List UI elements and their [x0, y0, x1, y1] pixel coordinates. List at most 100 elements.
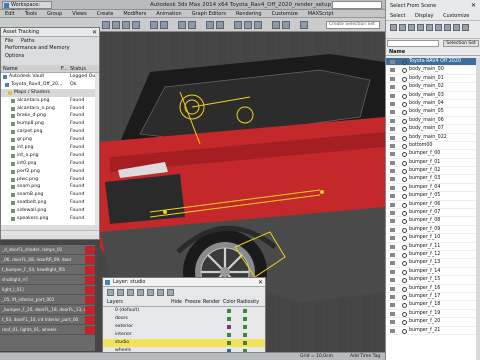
menu-item[interactable]: Tools	[20, 10, 42, 17]
camera-filter-icon[interactable]	[417, 24, 424, 31]
table-row[interactable]: bump8.png Found	[1, 120, 99, 128]
asset-tracking-title-bar[interactable]: Asset Tracking ✕	[1, 28, 99, 37]
list-item[interactable]: bottom00	[386, 142, 480, 151]
select-from-scene-title-bar[interactable]: Select From Scene ✕	[386, 0, 480, 12]
table-row[interactable]: Maps / Shaders	[1, 88, 99, 97]
menu-item[interactable]: Group	[42, 10, 67, 17]
list-item[interactable]: bumper_f_12	[386, 251, 480, 260]
align-icon[interactable]	[188, 21, 196, 29]
close-icon[interactable]: ✕	[92, 28, 97, 37]
curve-editor-icon[interactable]	[272, 21, 280, 29]
freeze-icon[interactable]	[390, 294, 395, 299]
layer-row[interactable]: exterior	[103, 323, 265, 331]
list-item[interactable]: bumper_f_13	[386, 259, 480, 268]
scale-icon[interactable]	[132, 21, 140, 29]
horizontal-scrollbar[interactable]	[1, 230, 99, 235]
menu-item[interactable]: Select	[390, 13, 405, 19]
radiosity-icon[interactable]	[243, 309, 247, 313]
list-item[interactable]: _06, doorFL_08, doorRR_09, door	[0, 255, 95, 265]
layer-row[interactable]: doors	[103, 315, 265, 323]
rotate-icon[interactable]	[122, 21, 130, 29]
warp-filter-icon[interactable]	[435, 24, 442, 31]
layer-row[interactable]: interior	[103, 331, 265, 339]
menu-item[interactable]: Customize	[267, 10, 303, 17]
list-item[interactable]: roof_01, lights_01, wheels	[0, 325, 95, 335]
list-item[interactable]: _d_doorFL_shader, lamps_01	[0, 245, 95, 255]
menu-item[interactable]: MAXScript	[303, 10, 339, 17]
list-item[interactable]: bumper_f_09	[386, 226, 480, 235]
table-row[interactable]: int.png Found	[1, 144, 99, 152]
new-layer-icon[interactable]	[107, 289, 114, 296]
graphite-icon[interactable]	[216, 21, 224, 29]
render-setup-icon[interactable]	[244, 21, 252, 29]
menu-item[interactable]: Performance and Memory	[5, 45, 70, 51]
list-item[interactable]: bumper_f_07	[386, 209, 480, 218]
list-item[interactable]: body_main_04	[386, 100, 480, 109]
list-item[interactable]: _bumper_F_20, doorFL_18, doorFL_13, d	[0, 305, 95, 315]
layer-row-selected[interactable]: studio	[103, 339, 265, 347]
menu-item[interactable]: Rendering	[231, 10, 267, 17]
table-row[interactable]: int0.png Found	[1, 160, 99, 168]
layer-color-swatch[interactable]	[227, 333, 231, 337]
list-item[interactable]: body_main_03	[386, 92, 480, 100]
list-item[interactable]: bumper_f_02	[386, 167, 480, 176]
list-item[interactable]: bumper_f_21	[386, 327, 480, 335]
light-filter-icon[interactable]	[408, 24, 415, 31]
delete-layer-icon[interactable]	[117, 289, 124, 296]
freeze-icon[interactable]	[390, 143, 395, 148]
column-header[interactable]: Hide	[171, 299, 182, 307]
freeze-icon[interactable]	[390, 110, 395, 115]
freeze-icon[interactable]	[390, 211, 395, 216]
bone-filter-icon[interactable]	[462, 24, 469, 31]
table-row[interactable]: speakers.png Found	[1, 215, 99, 223]
freeze-icon[interactable]	[390, 311, 395, 316]
close-icon[interactable]: ✕	[258, 278, 263, 287]
radiosity-icon[interactable]	[243, 317, 247, 321]
freeze-icon[interactable]	[390, 85, 395, 90]
list-item[interactable]: body_main_00	[386, 66, 480, 75]
freeze-icon[interactable]	[390, 160, 395, 165]
list-item[interactable]: bumper_f_15	[386, 276, 480, 285]
freeze-icon[interactable]	[390, 135, 395, 140]
freeze-icon[interactable]	[390, 194, 395, 199]
freeze-icon[interactable]	[390, 202, 395, 207]
add-to-layer-icon[interactable]	[127, 289, 134, 296]
list-item[interactable]: bumper_f_19	[386, 310, 480, 319]
freeze-icon[interactable]	[390, 219, 395, 224]
freeze-icon[interactable]	[390, 177, 395, 182]
freeze-all-icon[interactable]	[167, 289, 174, 296]
layer-dialog-title-bar[interactable]: Layer: studio ✕	[103, 278, 265, 287]
mirror-icon[interactable]	[178, 21, 186, 29]
freeze-icon[interactable]	[390, 278, 395, 283]
list-item[interactable]: body_main_022	[386, 134, 480, 142]
list-item[interactable]: body_main_07	[386, 125, 480, 134]
list-item[interactable]: Toyota RAV4 Off 2020	[386, 58, 480, 67]
freeze-icon[interactable]	[390, 261, 395, 266]
table-row[interactable]: Toyota_Rav4_Off_20... Ok	[1, 81, 99, 89]
layer-color-swatch[interactable]	[227, 341, 231, 345]
table-row[interactable]: int_o.png Found	[1, 152, 99, 160]
table-row[interactable]: seamB.png Found	[1, 191, 99, 199]
material-editor-icon[interactable]	[234, 21, 242, 29]
close-icon[interactable]: ✕	[471, 0, 476, 12]
list-item[interactable]: bumper_f_03	[386, 175, 480, 184]
list-item[interactable]: bumper_f_10	[386, 234, 480, 243]
list-item[interactable]: body_main_02	[386, 83, 480, 92]
list-item[interactable]: bumper_f_01	[386, 159, 480, 168]
radiosity-icon[interactable]	[243, 341, 247, 345]
menu-item[interactable]: Customize	[443, 13, 469, 19]
list-item[interactable]: body_main_05	[386, 108, 480, 117]
menu-item[interactable]: Views	[67, 10, 91, 17]
column-header[interactable]: Name	[3, 65, 18, 73]
list-item[interactable]: bumper_f_18	[386, 301, 480, 310]
list-item[interactable]: body_main_01	[386, 75, 480, 84]
table-row[interactable]: gr.png Found	[1, 136, 99, 144]
xref-filter-icon[interactable]	[453, 24, 460, 31]
column-header[interactable]: Status	[70, 65, 86, 73]
column-header[interactable]: Radiosity	[237, 299, 259, 307]
freeze-icon[interactable]	[390, 185, 395, 190]
shape-filter-icon[interactable]	[399, 24, 406, 31]
render-icon[interactable]	[254, 21, 262, 29]
list-item[interactable]: body_main_06	[386, 117, 480, 126]
list-item[interactable]: bumper_f_05	[386, 192, 480, 201]
